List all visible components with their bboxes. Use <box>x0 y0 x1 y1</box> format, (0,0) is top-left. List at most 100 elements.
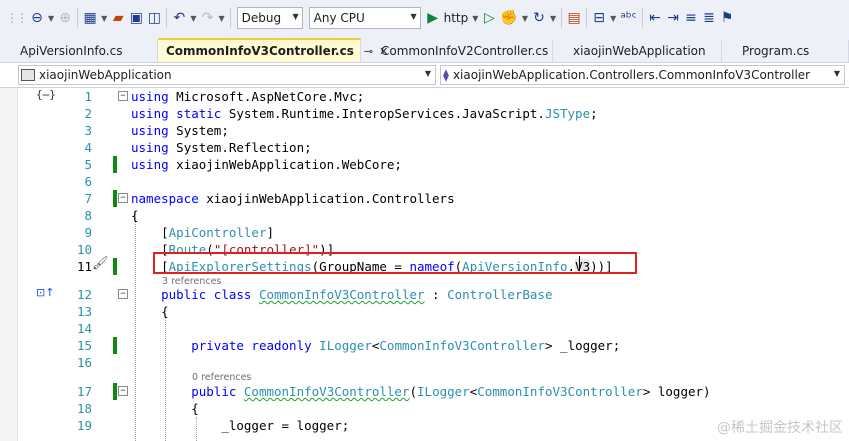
redo-icon[interactable]: ↷ <box>198 7 216 29</box>
code-line: 14 <box>0 320 849 337</box>
code-line: 18 { <box>0 400 849 417</box>
project-value: xiaojinWebApplication <box>39 68 172 82</box>
code-token: logger <box>657 384 704 399</box>
hot-reload-icon[interactable]: ✊ <box>498 7 519 29</box>
browser-link-icon[interactable]: ▤ <box>565 7 583 29</box>
line-number: 11 <box>76 259 92 274</box>
navigation-bar: xiaojinWebApplication ▼ ⧫ xiaojinWebAppl… <box>0 62 849 88</box>
code-line: 9 [ApiController] <box>0 224 849 241</box>
code-line: 1 − using Microsoft.AspNetCore.Mvc; <box>0 88 849 105</box>
type-name: JSType <box>544 106 591 121</box>
code-text: using static System.Runtime.InteropServi… <box>131 106 598 121</box>
project-dropdown[interactable]: xiaojinWebApplication ▼ <box>18 65 436 85</box>
new-dropdown-icon[interactable]: ▼ <box>99 14 109 23</box>
type-name: CommonInfoV3Controller <box>379 338 545 353</box>
tab-xiaojinwebapplication[interactable]: xiaojinWebApplication <box>553 40 722 62</box>
start-debugging-button[interactable]: http <box>444 11 469 25</box>
code-token: Microsoft.AspNetCore.Mvc; <box>176 89 365 104</box>
change-indicator <box>113 383 117 400</box>
tab-commoninfov3controller[interactable]: CommonInfoV3Controller.cs ⊸ ✕ <box>158 38 388 62</box>
new-project-icon[interactable]: ▦ <box>81 7 99 29</box>
csharp-project-icon <box>21 69 35 81</box>
main-toolbar: ⋮⋮ ⊖ ▼ ⊕ ▦ ▼ ▰ ▣ ◫ ↶ ▼ ↷ ▼ Debug ▼ Any C… <box>0 0 849 36</box>
spell-check-icon[interactable]: ᵃᵇᶜ <box>618 7 639 29</box>
tab-program[interactable]: Program.cs <box>722 40 849 62</box>
line-number: 16 <box>76 355 92 370</box>
comment-icon[interactable]: ≡ <box>682 7 700 29</box>
refresh-dropdown-icon[interactable]: ▼ <box>548 14 558 23</box>
launch-profile-dropdown-icon[interactable]: ▼ <box>470 14 480 23</box>
code-token: _logger <box>221 418 274 433</box>
tab-commoninfov2controller[interactable]: CommonInfoV2Controller.cs <box>361 40 553 62</box>
keyword: using <box>131 89 169 104</box>
outdent-icon[interactable]: ⇤ <box>646 7 664 29</box>
redo-dropdown-icon[interactable]: ▼ <box>216 14 226 23</box>
open-folder-icon[interactable]: ▰ <box>109 7 127 29</box>
tab-label: CommonInfoV2Controller.cs <box>381 44 549 58</box>
line-number: 13 <box>76 304 92 319</box>
chevron-down-icon: ▼ <box>292 12 299 21</box>
refresh-icon[interactable]: ↻ <box>530 7 548 29</box>
toolbar-separator <box>166 8 168 28</box>
line-number: 6 <box>84 174 92 189</box>
code-line: 6 <box>0 173 849 190</box>
keyword: using <box>131 140 169 155</box>
line-number: 17 <box>76 384 92 399</box>
keyword: static <box>176 106 222 121</box>
line-number: 8 <box>84 208 92 223</box>
code-line: 12 − public class CommonInfoV3Controller… <box>0 286 849 303</box>
solution-platform-dropdown[interactable]: Any CPU ▼ <box>308 7 421 29</box>
chevron-down-icon: ▼ <box>424 69 431 78</box>
type-name: ControllerBase <box>447 287 553 302</box>
code-text: { <box>131 303 169 320</box>
code-editor[interactable]: {̶} ⊡↑ 🖌 1 − using Microsoft.AspNetCore.… <box>0 88 849 441</box>
toolbar-separator <box>229 8 231 28</box>
text-caret <box>579 256 580 271</box>
back-dropdown-icon[interactable]: ▼ <box>46 14 56 23</box>
code-text: using xiaojinWebApplication.WebCore; <box>131 156 402 173</box>
save-icon[interactable]: ▣ <box>127 7 145 29</box>
code-text: public CommonInfoV3Controller(ILogger<Co… <box>191 384 711 399</box>
navigate-forward-icon[interactable]: ⊕ <box>56 7 74 29</box>
layout-dropdown-icon[interactable]: ▼ <box>608 14 618 23</box>
collapse-icon[interactable]: − <box>118 91 128 101</box>
type-name: CommonInfoV3Controller <box>243 384 410 399</box>
code-line: 15 private readonly ILogger<CommonInfoV3… <box>0 337 849 354</box>
code-line: 13 { <box>0 303 849 320</box>
solution-configuration-dropdown[interactable]: Debug ▼ <box>236 7 303 29</box>
class-icon: ⧫ <box>443 68 449 82</box>
code-line: 16 <box>0 354 849 371</box>
line-number: 10 <box>76 242 92 257</box>
code-text: using System.Reflection; <box>131 139 312 156</box>
line-number: 4 <box>84 140 92 155</box>
collapse-icon[interactable]: − <box>118 386 128 396</box>
code-text: [ApiController] <box>131 225 275 240</box>
change-indicator <box>113 337 117 354</box>
tab-apiversioninfo[interactable]: ApiVersionInfo.cs <box>0 40 158 62</box>
code-text: public class CommonInfoV3Controller : Co… <box>161 287 553 302</box>
toolbar-grip[interactable]: ⋮⋮ <box>4 7 28 29</box>
change-indicator <box>113 258 117 275</box>
collapse-icon[interactable]: − <box>118 193 128 203</box>
code-token: xiaojinWebApplication.Controllers <box>198 191 455 206</box>
type-dropdown[interactable]: ⧫ xiaojinWebApplication.Controllers.Comm… <box>440 65 845 85</box>
start-without-debugging-icon[interactable]: ▷ <box>480 7 498 29</box>
keyword: public class <box>161 287 252 302</box>
collapse-icon[interactable]: − <box>118 289 128 299</box>
undo-icon[interactable]: ↶ <box>170 7 188 29</box>
tab-label: CommonInfoV3Controller.cs <box>166 44 354 58</box>
indent-icon[interactable]: ⇥ <box>664 7 682 29</box>
bookmark-icon[interactable]: ⚑ <box>718 7 736 29</box>
uncomment-icon[interactable]: ≣ <box>700 7 718 29</box>
start-debugging-icon[interactable]: ▶ <box>424 7 442 29</box>
undo-dropdown-icon[interactable]: ▼ <box>188 14 198 23</box>
hot-reload-dropdown-icon[interactable]: ▼ <box>520 14 530 23</box>
layout-icon[interactable]: ⊟ <box>590 7 608 29</box>
navigate-back-icon[interactable]: ⊖ <box>28 7 46 29</box>
highlight-annotation-box <box>153 252 637 274</box>
code-line: 3 using System; <box>0 122 849 139</box>
type-name: CommonInfoV3Controller <box>477 384 643 399</box>
save-all-icon[interactable]: ◫ <box>145 7 163 29</box>
line-number: 15 <box>76 338 92 353</box>
keyword: public <box>191 384 237 399</box>
